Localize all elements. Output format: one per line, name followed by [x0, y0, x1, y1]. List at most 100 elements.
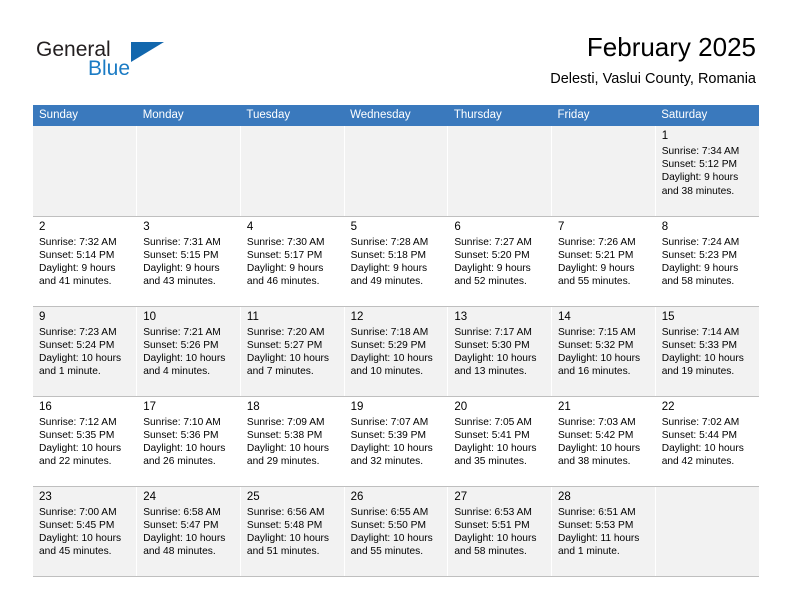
daylight-text-line2: and 38 minutes. — [558, 456, 631, 468]
sunset-text: Sunset: 5:27 PM — [246, 339, 323, 351]
sunset-text: Sunset: 5:12 PM — [661, 159, 738, 171]
sunrise-text: Sunrise: 7:12 AM — [39, 416, 117, 428]
day-details: Sunrise: 7:00 AM Sunset: 5:45 PM Dayligh… — [39, 506, 131, 559]
sunset-text: Sunset: 5:50 PM — [350, 519, 426, 531]
day-number: 23 — [39, 490, 52, 503]
day-cell[interactable]: 19 Sunrise: 7:07 AM Sunset: 5:39 PM Dayl… — [344, 396, 449, 487]
sunrise-text: Sunrise: 7:17 AM — [454, 326, 532, 338]
day-number: 12 — [350, 310, 364, 323]
daylight-text-line1: Daylight: 10 hours — [558, 442, 641, 454]
sunrise-text: Sunrise: 7:07 AM — [350, 416, 429, 428]
day-cell[interactable]: 24 Sunrise: 6:58 AM Sunset: 5:47 PM Dayl… — [136, 486, 241, 577]
day-cell[interactable]: 6 Sunrise: 7:27 AM Sunset: 5:20 PM Dayli… — [447, 216, 553, 307]
sunset-text: Sunset: 5:48 PM — [246, 519, 323, 531]
daylight-text-line2: and 55 minutes. — [558, 276, 631, 288]
sunset-text: Sunset: 5:47 PM — [143, 519, 219, 531]
day-cell[interactable]: 22 Sunrise: 7:02 AM Sunset: 5:44 PM Dayl… — [655, 396, 759, 487]
day-number: 17 — [143, 400, 156, 413]
sunset-text: Sunset: 5:36 PM — [143, 429, 219, 441]
sunset-text: Sunset: 5:29 PM — [350, 339, 426, 351]
day-number: 4 — [246, 220, 254, 233]
sunrise-text: Sunrise: 7:26 AM — [558, 236, 636, 248]
weekday-header-wednesday: Wednesday — [344, 105, 448, 126]
day-cell[interactable]: 7 Sunrise: 7:26 AM Sunset: 5:21 PM Dayli… — [551, 216, 656, 307]
day-cell[interactable]: 21 Sunrise: 7:03 AM Sunset: 5:42 PM Dayl… — [551, 396, 656, 487]
daylight-text-line1: Daylight: 10 hours — [39, 352, 122, 364]
sunset-text: Sunset: 5:32 PM — [558, 339, 634, 351]
sunset-text: Sunset: 5:53 PM — [558, 519, 634, 531]
day-details: Sunrise: 7:21 AM Sunset: 5:26 PM Dayligh… — [143, 326, 235, 379]
daylight-text-line2: and 22 minutes. — [39, 456, 112, 468]
day-details: Sunrise: 6:56 AM Sunset: 5:48 PM Dayligh… — [247, 506, 339, 559]
day-number: 13 — [454, 310, 468, 323]
day-cell[interactable]: 10 Sunrise: 7:21 AM Sunset: 5:26 PM Dayl… — [136, 306, 241, 397]
day-cell[interactable]: 16 Sunrise: 7:12 AM Sunset: 5:35 PM Dayl… — [33, 396, 138, 487]
day-cell[interactable]: 4 Sunrise: 7:30 AM Sunset: 5:17 PM Dayli… — [240, 216, 345, 307]
day-cell[interactable]: 1 Sunrise: 7:34 AM Sunset: 5:12 PM Dayli… — [655, 126, 759, 217]
day-details: Sunrise: 7:02 AM Sunset: 5:44 PM Dayligh… — [662, 416, 754, 469]
day-cell[interactable]: 20 Sunrise: 7:05 AM Sunset: 5:41 PM Dayl… — [447, 396, 553, 487]
day-cell[interactable]: 25 Sunrise: 6:56 AM Sunset: 5:48 PM Dayl… — [240, 486, 345, 577]
daylight-text-line1: Daylight: 10 hours — [454, 442, 537, 454]
day-details: Sunrise: 7:12 AM Sunset: 5:35 PM Dayligh… — [39, 416, 131, 469]
sunrise-text: Sunrise: 7:18 AM — [350, 326, 429, 338]
daylight-text-line1: Daylight: 9 hours — [661, 262, 739, 274]
daylight-text-line1: Daylight: 10 hours — [661, 352, 744, 364]
daylight-text-line2: and 38 minutes. — [661, 185, 735, 197]
daylight-text-line1: Daylight: 9 hours — [661, 172, 739, 184]
day-details: Sunrise: 7:03 AM Sunset: 5:42 PM Dayligh… — [558, 416, 650, 469]
day-cell-empty — [655, 486, 759, 577]
day-number: 2 — [39, 220, 46, 233]
day-cell[interactable]: 14 Sunrise: 7:15 AM Sunset: 5:32 PM Dayl… — [551, 306, 656, 397]
sunrise-text: Sunrise: 7:30 AM — [246, 236, 325, 248]
day-cell[interactable]: 2 Sunrise: 7:32 AM Sunset: 5:14 PM Dayli… — [33, 216, 138, 307]
day-cell[interactable]: 23 Sunrise: 7:00 AM Sunset: 5:45 PM Dayl… — [33, 486, 138, 577]
day-cell[interactable]: 5 Sunrise: 7:28 AM Sunset: 5:18 PM Dayli… — [344, 216, 449, 307]
daylight-text-line2: and 26 minutes. — [143, 456, 216, 468]
day-number: 18 — [246, 400, 260, 413]
day-cell[interactable]: 26 Sunrise: 6:55 AM Sunset: 5:50 PM Dayl… — [344, 486, 449, 577]
day-number: 22 — [661, 400, 675, 413]
sunset-text: Sunset: 5:44 PM — [661, 429, 738, 441]
daylight-text-line2: and 32 minutes. — [350, 456, 424, 468]
daylight-text-line1: Daylight: 9 hours — [39, 262, 116, 274]
general-blue-logo[interactable]: General Blue — [36, 38, 226, 90]
daylight-text-line1: Daylight: 10 hours — [39, 442, 122, 454]
day-cell[interactable]: 13 Sunrise: 7:17 AM Sunset: 5:30 PM Dayl… — [447, 306, 553, 397]
day-cell[interactable]: 8 Sunrise: 7:24 AM Sunset: 5:23 PM Dayli… — [655, 216, 759, 307]
day-cell[interactable]: 12 Sunrise: 7:18 AM Sunset: 5:29 PM Dayl… — [344, 306, 449, 397]
day-cell[interactable]: 9 Sunrise: 7:23 AM Sunset: 5:24 PM Dayli… — [33, 306, 138, 397]
page-header: General Blue February 2025 Delesti, Vasl… — [0, 0, 792, 104]
day-details: Sunrise: 7:27 AM Sunset: 5:20 PM Dayligh… — [454, 236, 546, 289]
sunset-text: Sunset: 5:20 PM — [454, 249, 530, 261]
day-cell[interactable]: 28 Sunrise: 6:51 AM Sunset: 5:53 PM Dayl… — [551, 486, 656, 577]
day-details: Sunrise: 7:34 AM Sunset: 5:12 PM Dayligh… — [662, 145, 754, 198]
page-subtitle: Delesti, Vaslui County, Romania — [550, 71, 756, 87]
day-number: 21 — [558, 400, 571, 413]
day-cell[interactable]: 3 Sunrise: 7:31 AM Sunset: 5:15 PM Dayli… — [136, 216, 241, 307]
daylight-text-line1: Daylight: 10 hours — [246, 352, 330, 364]
day-details: Sunrise: 7:32 AM Sunset: 5:14 PM Dayligh… — [39, 236, 131, 289]
day-details: Sunrise: 6:58 AM Sunset: 5:47 PM Dayligh… — [143, 506, 235, 559]
sunrise-text: Sunrise: 7:24 AM — [661, 236, 740, 248]
day-cell[interactable]: 27 Sunrise: 6:53 AM Sunset: 5:51 PM Dayl… — [447, 486, 553, 577]
day-number: 19 — [350, 400, 364, 413]
daylight-text-line2: and 19 minutes. — [661, 366, 735, 378]
day-cell[interactable]: 11 Sunrise: 7:20 AM Sunset: 5:27 PM Dayl… — [240, 306, 345, 397]
day-details: Sunrise: 7:15 AM Sunset: 5:32 PM Dayligh… — [558, 326, 650, 379]
daylight-text-line1: Daylight: 10 hours — [246, 442, 330, 454]
day-cell[interactable]: 18 Sunrise: 7:09 AM Sunset: 5:38 PM Dayl… — [240, 396, 345, 487]
calendar-page: General Blue February 2025 Delesti, Vasl… — [0, 0, 792, 612]
daylight-text-line2: and 58 minutes. — [454, 546, 527, 558]
day-number: 5 — [350, 220, 358, 233]
daylight-text-line1: Daylight: 10 hours — [143, 352, 226, 364]
sunrise-text: Sunrise: 7:23 AM — [39, 326, 117, 338]
sunset-text: Sunset: 5:14 PM — [39, 249, 115, 261]
week-row: 1 Sunrise: 7:34 AM Sunset: 5:12 PM Dayli… — [33, 126, 759, 217]
weekday-header-tuesday: Tuesday — [240, 105, 345, 126]
sunrise-text: Sunrise: 7:21 AM — [143, 326, 221, 338]
daylight-text-line2: and 48 minutes. — [143, 546, 216, 558]
day-number: 20 — [454, 400, 468, 413]
day-cell[interactable]: 15 Sunrise: 7:14 AM Sunset: 5:33 PM Dayl… — [655, 306, 759, 397]
day-cell[interactable]: 17 Sunrise: 7:10 AM Sunset: 5:36 PM Dayl… — [136, 396, 241, 487]
